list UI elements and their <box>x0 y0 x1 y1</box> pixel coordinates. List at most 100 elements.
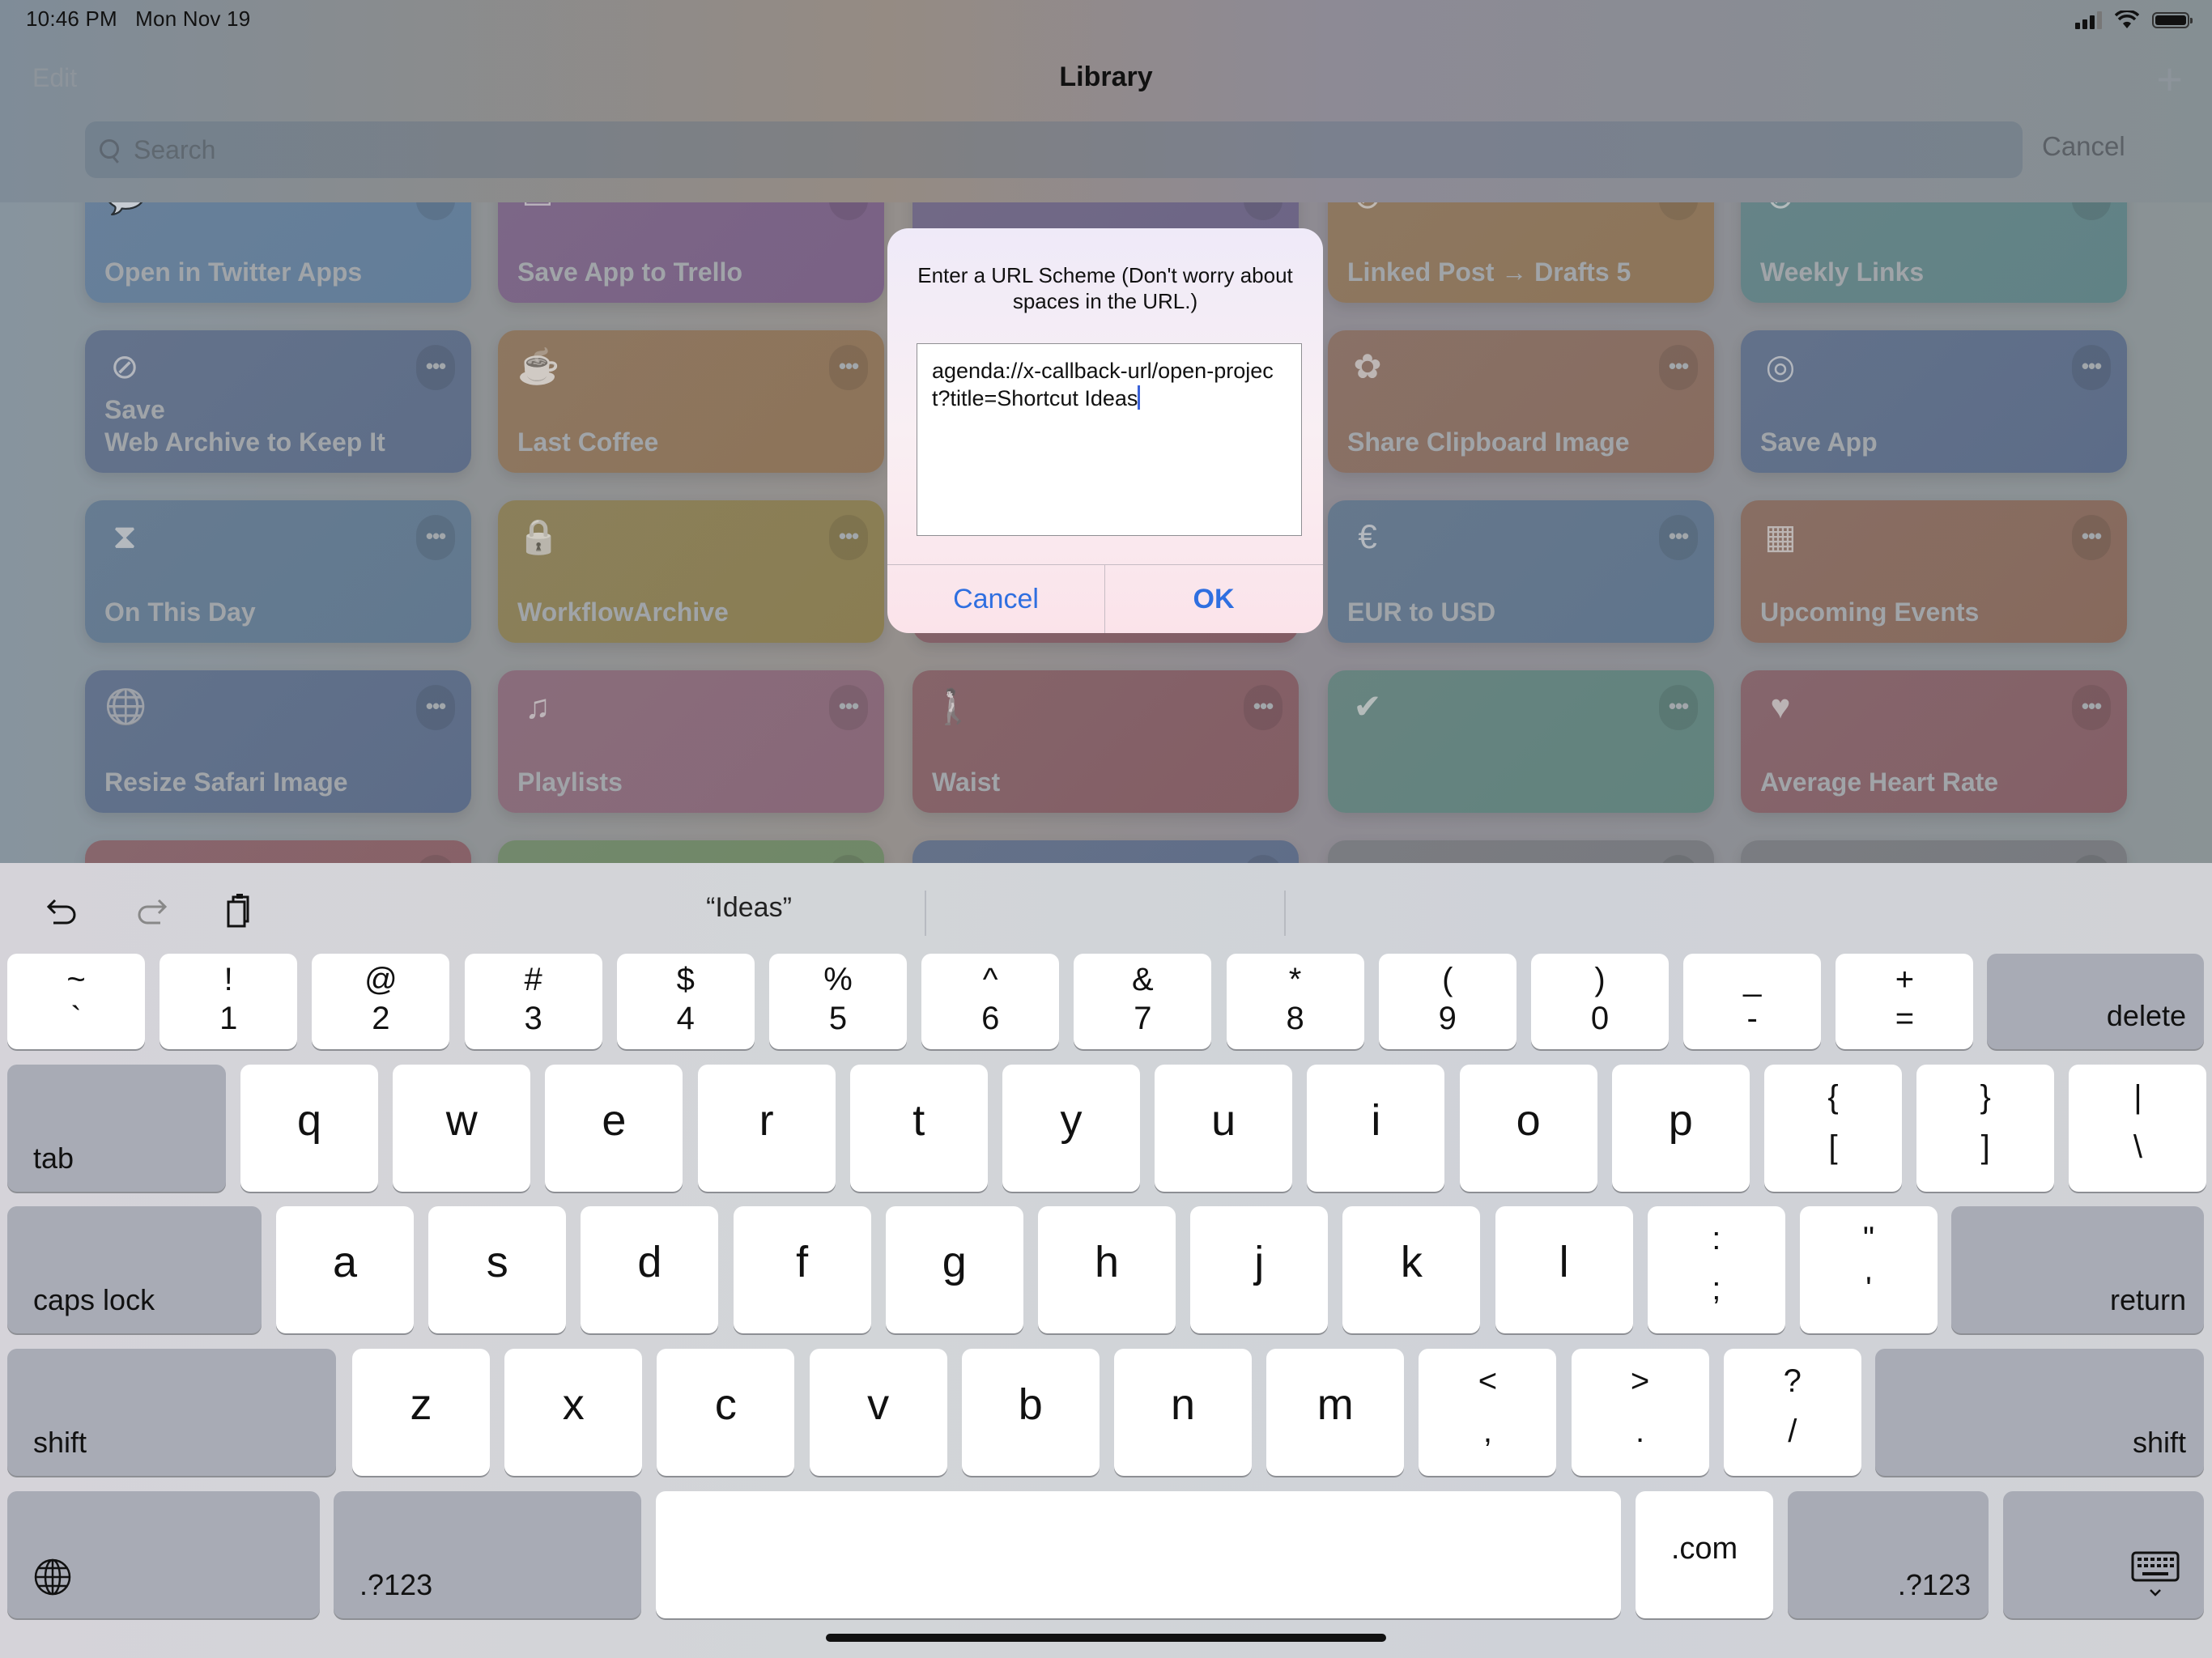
key-9[interactable]: (9 <box>1378 954 1516 1049</box>
key-0[interactable]: ) 0 <box>1531 954 1669 1049</box>
key-label: @ <box>364 962 398 997</box>
key-z[interactable]: z <box>352 1349 490 1476</box>
key-e[interactable]: e <box>545 1065 683 1192</box>
key-q[interactable]: q <box>240 1065 378 1192</box>
search-input[interactable] <box>132 134 1916 166</box>
key-label: 3 <box>524 1001 542 1036</box>
paste-icon[interactable] <box>214 887 262 936</box>
key-h[interactable]: h <box>1038 1206 1176 1333</box>
key-6[interactable]: ^ 6 <box>921 954 1060 1049</box>
key-x[interactable]: x <box>504 1349 643 1476</box>
key-label: .?123 <box>359 1568 433 1601</box>
key-'[interactable]: " ' <box>1800 1206 1938 1333</box>
key-\[interactable]: | \ <box>2069 1065 2207 1192</box>
key-t[interactable]: t <box>849 1065 988 1192</box>
key-/[interactable]: ? / <box>1723 1349 1861 1476</box>
key-[[interactable]: {[ <box>1764 1065 1902 1192</box>
key-f[interactable]: f <box>733 1206 871 1333</box>
url-scheme-text-field[interactable]: agenda://x-callback-url/open-project?tit… <box>917 343 1302 536</box>
keyboard-dismiss-icon <box>2131 1551 2180 1607</box>
time-text: 10:46 PM <box>26 6 117 31</box>
key-d[interactable]: d <box>581 1206 719 1333</box>
key-5[interactable]: % 5 <box>769 954 907 1049</box>
numbers-key-right[interactable]: .?123 <box>1788 1491 1989 1618</box>
key-=[interactable]: + = <box>1836 954 1974 1049</box>
key-label: shift <box>33 1426 87 1459</box>
key-2[interactable]: @2 <box>312 954 450 1049</box>
key-g[interactable]: g <box>885 1206 1023 1333</box>
key-label: s <box>486 1238 508 1286</box>
key-7[interactable]: & 7 <box>1074 954 1212 1049</box>
key-`[interactable]: ~ ` <box>7 954 145 1049</box>
key-m[interactable]: m <box>1266 1349 1405 1476</box>
space-bar[interactable] <box>656 1491 1621 1618</box>
key-8[interactable]: * 8 <box>1226 954 1364 1049</box>
key--[interactable]: _ - <box>1683 954 1822 1049</box>
key-c[interactable]: c <box>657 1349 795 1476</box>
key-label: .?123 <box>1897 1568 1971 1601</box>
key-o[interactable]: o <box>1459 1065 1597 1192</box>
key-4[interactable]: $4 <box>616 954 755 1049</box>
key-b[interactable]: b <box>961 1349 1100 1476</box>
key-,[interactable]: <, <box>1419 1349 1557 1476</box>
key-w[interactable]: w <box>393 1065 531 1192</box>
caps-lock-key[interactable]: caps lock <box>7 1206 262 1333</box>
key-a[interactable]: a <box>276 1206 414 1333</box>
key-label: h <box>1094 1238 1120 1286</box>
dismiss-keyboard-key[interactable] <box>2003 1491 2204 1618</box>
key-label: shift <box>2132 1426 2186 1459</box>
undo-icon[interactable] <box>39 887 87 936</box>
plus-icon[interactable]: + <box>2156 57 2183 102</box>
key-label: .com <box>1670 1532 1738 1566</box>
key-y[interactable]: y <box>1002 1065 1140 1192</box>
key-label: delete <box>2106 999 2186 1032</box>
shift-key-right[interactable]: shift <box>1875 1349 2204 1476</box>
key-r[interactable]: r <box>697 1065 836 1192</box>
key-label: tab <box>33 1141 74 1175</box>
key-label: > <box>1630 1363 1650 1399</box>
key-][interactable]: }] <box>1916 1065 2055 1192</box>
tab-key[interactable]: tab <box>7 1065 226 1192</box>
return-key[interactable]: return <box>1951 1206 2204 1333</box>
redo-icon[interactable] <box>126 887 175 936</box>
key-label: 7 <box>1134 1001 1152 1036</box>
search-field[interactable] <box>85 121 2023 178</box>
key-label: ^ <box>982 962 998 997</box>
key-p[interactable]: p <box>1611 1065 1750 1192</box>
key-.[interactable]: >. <box>1571 1349 1709 1476</box>
alert-ok-button[interactable]: OK <box>1105 565 1322 633</box>
home-indicator[interactable] <box>826 1634 1386 1642</box>
dotcom-key[interactable]: .com <box>1636 1491 1773 1618</box>
key-u[interactable]: u <box>1155 1065 1293 1192</box>
key-j[interactable]: j <box>1190 1206 1329 1333</box>
shift-key-left[interactable]: shift <box>7 1349 336 1476</box>
key-label: caps lock <box>33 1283 155 1316</box>
globe-key[interactable] <box>7 1491 320 1618</box>
key-k[interactable]: k <box>1342 1206 1481 1333</box>
key-label: d <box>637 1238 662 1286</box>
key-label: c <box>714 1380 737 1429</box>
suggestion-1[interactable]: “Ideas” <box>405 892 1093 924</box>
delete-key[interactable]: delete <box>1987 954 2204 1049</box>
alert-cancel-button[interactable]: Cancel <box>887 565 1104 633</box>
key-label: r <box>759 1096 774 1145</box>
key-label: n <box>1170 1380 1196 1429</box>
wifi-icon <box>2115 11 2139 28</box>
key-label: 4 <box>676 1001 695 1036</box>
key-1[interactable]: ! 1 <box>160 954 298 1049</box>
status-bar-time: 10:46 PM Mon Nov 19 <box>26 6 250 32</box>
key-label: = <box>1895 1001 1915 1036</box>
key-l[interactable]: l <box>1495 1206 1633 1333</box>
key-label: j <box>1254 1238 1265 1286</box>
key-i[interactable]: i <box>1307 1065 1445 1192</box>
key-s[interactable]: s <box>428 1206 567 1333</box>
numbers-key-left[interactable]: .?123 <box>334 1491 641 1618</box>
key-;[interactable]: :; <box>1647 1206 1785 1333</box>
key-n[interactable]: n <box>1114 1349 1252 1476</box>
date-text: Mon Nov 19 <box>135 6 251 31</box>
key-label: . <box>1636 1414 1645 1449</box>
key-v[interactable]: v <box>809 1349 947 1476</box>
search-cancel-button[interactable]: Cancel <box>2042 131 2125 162</box>
key-3[interactable]: #3 <box>464 954 602 1049</box>
url-scheme-value: agenda://x-callback-url/open-project?tit… <box>932 359 1274 410</box>
